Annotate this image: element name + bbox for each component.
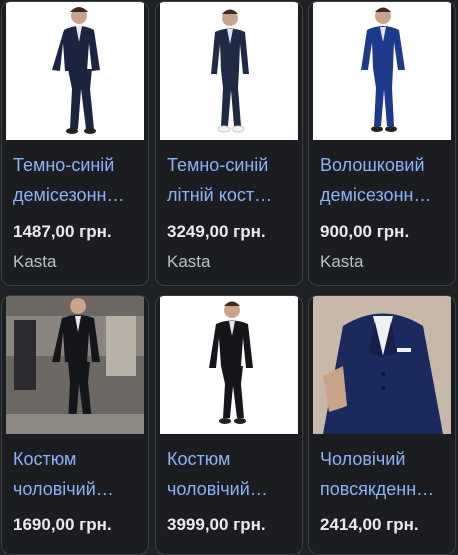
product-image[interactable] bbox=[160, 296, 298, 434]
product-price: 900,00 грн. bbox=[320, 222, 410, 241]
navy-three-piece-suit-photo-icon bbox=[313, 296, 451, 434]
product-card[interactable]: Волошковий демісезонн… 900,00 грн. Kasta bbox=[308, 1, 456, 286]
product-image[interactable] bbox=[6, 296, 144, 434]
product-image[interactable] bbox=[313, 2, 451, 140]
product-title[interactable]: Костюм bbox=[167, 444, 296, 474]
product-card[interactable]: Костюм чоловічий… 3999,00 грн. bbox=[155, 295, 303, 555]
shopping-results-grid: Темно-синій демісезонн… 1487,00 грн. Kas… bbox=[0, 0, 458, 555]
product-price: 1690,00 грн. bbox=[13, 515, 112, 534]
product-source: Kasta bbox=[320, 252, 364, 271]
product-title[interactable]: чоловічий… bbox=[13, 474, 142, 504]
product-card[interactable]: Чоловічий повсякденн… 2414,00 грн. bbox=[308, 295, 456, 555]
product-title[interactable]: демісезонн… bbox=[13, 180, 142, 210]
product-price: 1487,00 грн. bbox=[13, 222, 112, 241]
product-title[interactable]: літній кост… bbox=[167, 180, 296, 210]
product-title[interactable]: демісезонн… bbox=[320, 180, 449, 210]
product-image[interactable] bbox=[313, 296, 451, 434]
product-title[interactable]: повсякденн… bbox=[320, 474, 449, 504]
product-card[interactable]: Костюм чоловічий… 1690,00 грн. bbox=[1, 295, 149, 555]
black-suit-photo-icon bbox=[160, 296, 298, 434]
product-card[interactable]: Темно-синій літній кост… 3249,00 грн. Ka… bbox=[155, 1, 303, 286]
navy-suit-photo-icon bbox=[6, 2, 144, 140]
product-price: 2414,00 грн. bbox=[320, 515, 419, 534]
product-card[interactable]: Темно-синій демісезонн… 1487,00 грн. Kas… bbox=[1, 1, 149, 286]
product-title[interactable]: Темно-синій bbox=[167, 150, 296, 180]
product-title[interactable]: Чоловічий bbox=[320, 444, 449, 474]
product-image[interactable] bbox=[6, 2, 144, 140]
product-source: Kasta bbox=[167, 252, 211, 271]
product-image[interactable] bbox=[160, 2, 298, 140]
navy-suit-photo-icon bbox=[160, 2, 298, 140]
product-price: 3249,00 грн. bbox=[167, 222, 266, 241]
black-suit-photo-icon bbox=[6, 296, 144, 434]
product-title[interactable]: Волошковий bbox=[320, 150, 449, 180]
product-title[interactable]: Костюм bbox=[13, 444, 142, 474]
blue-suit-photo-icon bbox=[313, 2, 451, 140]
product-title[interactable]: чоловічий… bbox=[167, 474, 296, 504]
product-source: Kasta bbox=[13, 252, 57, 271]
product-price: 3999,00 грн. bbox=[167, 515, 266, 534]
product-title[interactable]: Темно-синій bbox=[13, 150, 142, 180]
